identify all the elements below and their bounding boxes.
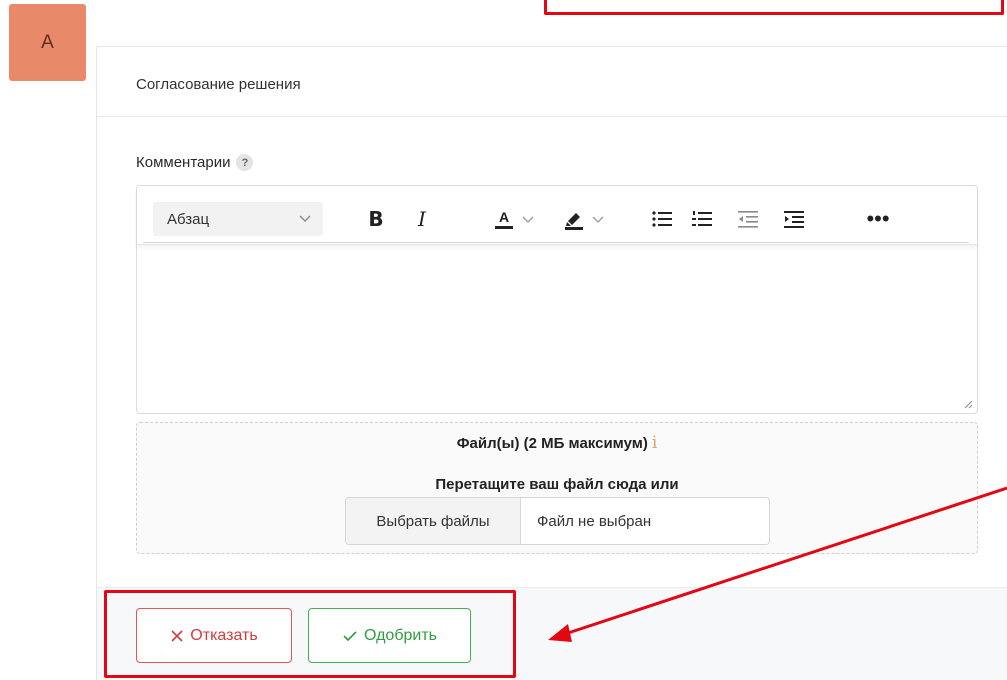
bulleted-list-icon <box>652 211 672 227</box>
chevron-down-icon <box>592 216 604 223</box>
avatar-letter: A <box>41 31 54 53</box>
chevron-down-icon <box>522 216 534 223</box>
chevron-down-icon <box>299 210 311 231</box>
font-color-button[interactable]: A <box>483 202 543 236</box>
indent-button[interactable] <box>781 202 807 236</box>
italic-button[interactable]: I <box>409 202 435 236</box>
comment-editor: Абзац B I A ••• <box>136 185 978 414</box>
editor-toolbar: Абзац B I A ••• <box>137 186 977 245</box>
files-title: Файл(ы) (2 МБ максимум) i <box>137 433 977 453</box>
info-icon[interactable]: i <box>652 433 657 453</box>
approval-card: Согласование решения Комментарии ? Абзац… <box>96 46 1007 680</box>
comment-text-area[interactable] <box>137 246 977 414</box>
file-status-text: Файл не выбран <box>537 512 652 530</box>
outdent-icon <box>738 211 758 228</box>
resize-handle-icon[interactable] <box>963 399 973 409</box>
block-format-value: Абзац <box>167 210 210 228</box>
annotation-frame-buttons <box>104 590 516 678</box>
numbered-list-icon <box>692 211 712 226</box>
file-input[interactable]: Выбрать файлы Файл не выбран <box>345 497 770 545</box>
numbered-list-button[interactable] <box>689 202 715 236</box>
help-icon[interactable]: ? <box>236 154 254 171</box>
toolbar-divider <box>143 242 969 243</box>
file-dropzone[interactable]: Файл(ы) (2 МБ максимум) i Перетащите ваш … <box>136 422 978 554</box>
font-color-letter: A <box>499 209 509 225</box>
more-options-button[interactable]: ••• <box>863 202 893 236</box>
bulleted-list-button[interactable] <box>649 202 675 236</box>
comments-label-text: Комментарии <box>136 154 231 171</box>
outdent-button[interactable] <box>735 202 761 236</box>
indent-icon <box>784 211 804 228</box>
bold-button[interactable]: B <box>363 202 389 236</box>
user-avatar[interactable]: A <box>9 4 86 81</box>
comments-label: Комментарии ? <box>136 154 254 171</box>
annotation-frame-top <box>544 0 1004 15</box>
font-color-icon: A <box>495 209 513 229</box>
card-header: Согласование решения <box>97 47 1007 117</box>
drop-hint: Перетащите ваш файл сюда или <box>435 476 679 493</box>
block-format-select[interactable]: Абзац <box>153 202 323 236</box>
highlighter-icon <box>565 213 583 230</box>
highlight-color-button[interactable] <box>553 202 613 236</box>
files-title-text: Файл(ы) (2 МБ максимум) <box>456 435 648 452</box>
card-title: Согласование решения <box>136 76 301 93</box>
choose-files-button[interactable]: Выбрать файлы <box>346 498 521 544</box>
